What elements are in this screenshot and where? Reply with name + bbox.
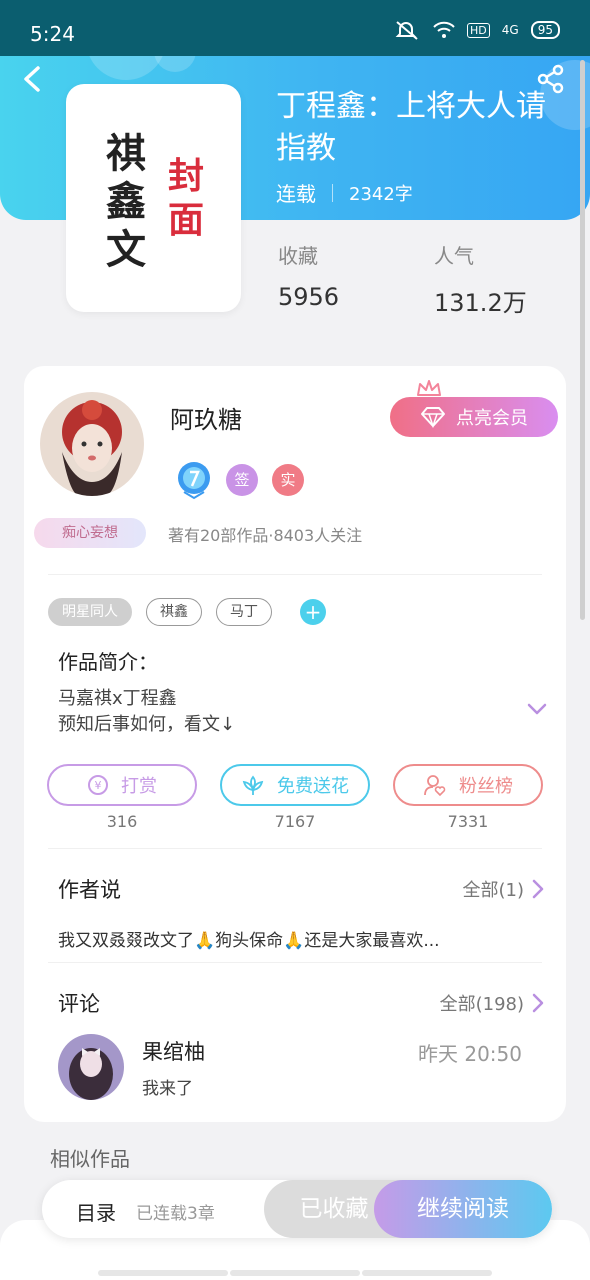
nav-handle: [362, 1270, 492, 1276]
tip-count: 316: [106, 812, 138, 831]
tip-button-label: 打赏: [121, 776, 157, 797]
stat-popularity: 人气 131.2万: [434, 240, 527, 318]
vip-button-label: 点亮会员: [456, 408, 528, 429]
crown-icon: [417, 380, 441, 396]
tag-item[interactable]: 明星同人: [48, 598, 132, 626]
nav-handle: [230, 1270, 360, 1276]
stat-value: 5956: [278, 283, 340, 311]
intro-label: 作品简介：: [58, 650, 158, 674]
coin-icon: ¥: [88, 775, 108, 795]
add-tag-button[interactable]: +: [300, 599, 326, 625]
author-avatar[interactable]: [40, 392, 144, 496]
comments-all-link[interactable]: 全部(198): [440, 990, 544, 1016]
flower-count: 7167: [274, 812, 316, 831]
comment-text[interactable]: 我来了: [142, 1074, 193, 1099]
comments-link-label: 全部(198): [439, 994, 524, 1015]
author-says-title: 作者说: [58, 878, 121, 902]
vip-button[interactable]: 点亮会员: [390, 397, 558, 437]
stat-favorites: 收藏 5956: [278, 240, 339, 311]
back-arrow-icon: [24, 66, 40, 92]
intro-text: 马嘉祺x丁程鑫 预知后事如何，看文↓: [58, 686, 498, 738]
author-says-text[interactable]: 我又双叒叕改文了🙏狗头保命🙏还是大家最喜欢...: [58, 926, 458, 951]
send-flower-label: 免费送花: [277, 776, 349, 797]
back-button[interactable]: [20, 64, 52, 96]
svg-text:¥: ¥: [95, 779, 102, 792]
flower-icon: [242, 775, 264, 795]
send-flower-button[interactable]: 免费送花: [220, 764, 370, 806]
author-stats: 著有20部作品·8403人关注: [168, 526, 363, 545]
commenter-avatar[interactable]: [58, 1034, 124, 1100]
author-says-all-link[interactable]: 全部(1): [463, 876, 545, 902]
scrollbar[interactable]: [580, 60, 585, 620]
intro-line: 马嘉祺x丁程鑫: [58, 688, 177, 709]
fan-ranking-label: 粉丝榜: [459, 776, 513, 797]
continue-reading-button[interactable]: 继续阅读: [374, 1180, 552, 1238]
book-status: 连载: [276, 182, 316, 206]
stat-label: 收藏: [278, 244, 318, 268]
signed-badge[interactable]: 签: [226, 464, 258, 496]
nav-handle: [98, 1270, 228, 1276]
comments-title: 评论: [58, 992, 100, 1016]
mood-badge: 痴心妄想: [34, 518, 146, 548]
word-count: 2342字: [349, 183, 413, 205]
verified-badge[interactable]: 实: [272, 464, 304, 496]
tag-item[interactable]: 马丁: [216, 598, 272, 626]
comment-time: 昨天 20:50: [418, 1042, 522, 1066]
commenter-name[interactable]: 果绾柚: [142, 1036, 205, 1066]
chapter-count: 已连载3章: [136, 1204, 215, 1224]
tag-item[interactable]: 祺鑫: [146, 598, 202, 626]
bottom-action-bar: 目录 已连载3章 已收藏 继续阅读: [42, 1180, 552, 1238]
commenter-avatar-image: [58, 1034, 124, 1100]
author-says-link-label: 全部(1): [462, 880, 525, 901]
book-title: 丁程鑫：上将大人请指教: [276, 89, 546, 166]
expand-chevron-icon[interactable]: [526, 700, 548, 718]
table-of-contents-button[interactable]: 目录: [76, 1197, 116, 1226]
level-badge-icon[interactable]: [176, 460, 212, 500]
battery-icon: 95: [530, 21, 560, 39]
fan-count: 7331: [447, 812, 489, 831]
status-time: 5:24: [30, 22, 75, 46]
chevron-right-icon: [532, 993, 544, 1013]
tip-button[interactable]: ¥ 打赏: [47, 764, 197, 806]
fan-ranking-button[interactable]: 粉丝榜: [393, 764, 543, 806]
status-bar: 5:24 HD 4G 95: [0, 0, 590, 56]
stat-label: 人气: [434, 244, 474, 268]
similar-works-title: 相似作品: [50, 1147, 130, 1171]
mute-icon: [395, 21, 418, 40]
cover-text-right: 封面: [168, 155, 205, 241]
stat-value: 131.2万: [434, 289, 527, 317]
divider: [48, 848, 542, 849]
signal-icon: 4G: [501, 23, 519, 37]
divider: [48, 574, 542, 575]
wifi-icon: [433, 21, 455, 38]
book-cover[interactable]: 祺鑫文 封面: [66, 84, 241, 312]
fan-heart-icon: [424, 775, 446, 797]
tag-list: 明星同人 祺鑫 马丁 +: [48, 598, 326, 626]
hd-icon: HD: [467, 22, 490, 38]
author-badges: 签 实: [176, 460, 304, 500]
diamond-icon: [421, 407, 445, 428]
chevron-right-icon: [532, 879, 544, 899]
intro-line: 预知后事如何，看文↓: [58, 714, 236, 735]
author-name[interactable]: 阿玖糖: [170, 400, 242, 435]
divider: [48, 962, 542, 963]
status-icons: HD 4G 95: [395, 20, 560, 40]
book-meta: 连载 2342字: [276, 178, 413, 207]
meta-divider: [332, 183, 333, 202]
author-avatar-image: [40, 392, 144, 496]
cover-text-left: 祺鑫文: [106, 130, 146, 273]
